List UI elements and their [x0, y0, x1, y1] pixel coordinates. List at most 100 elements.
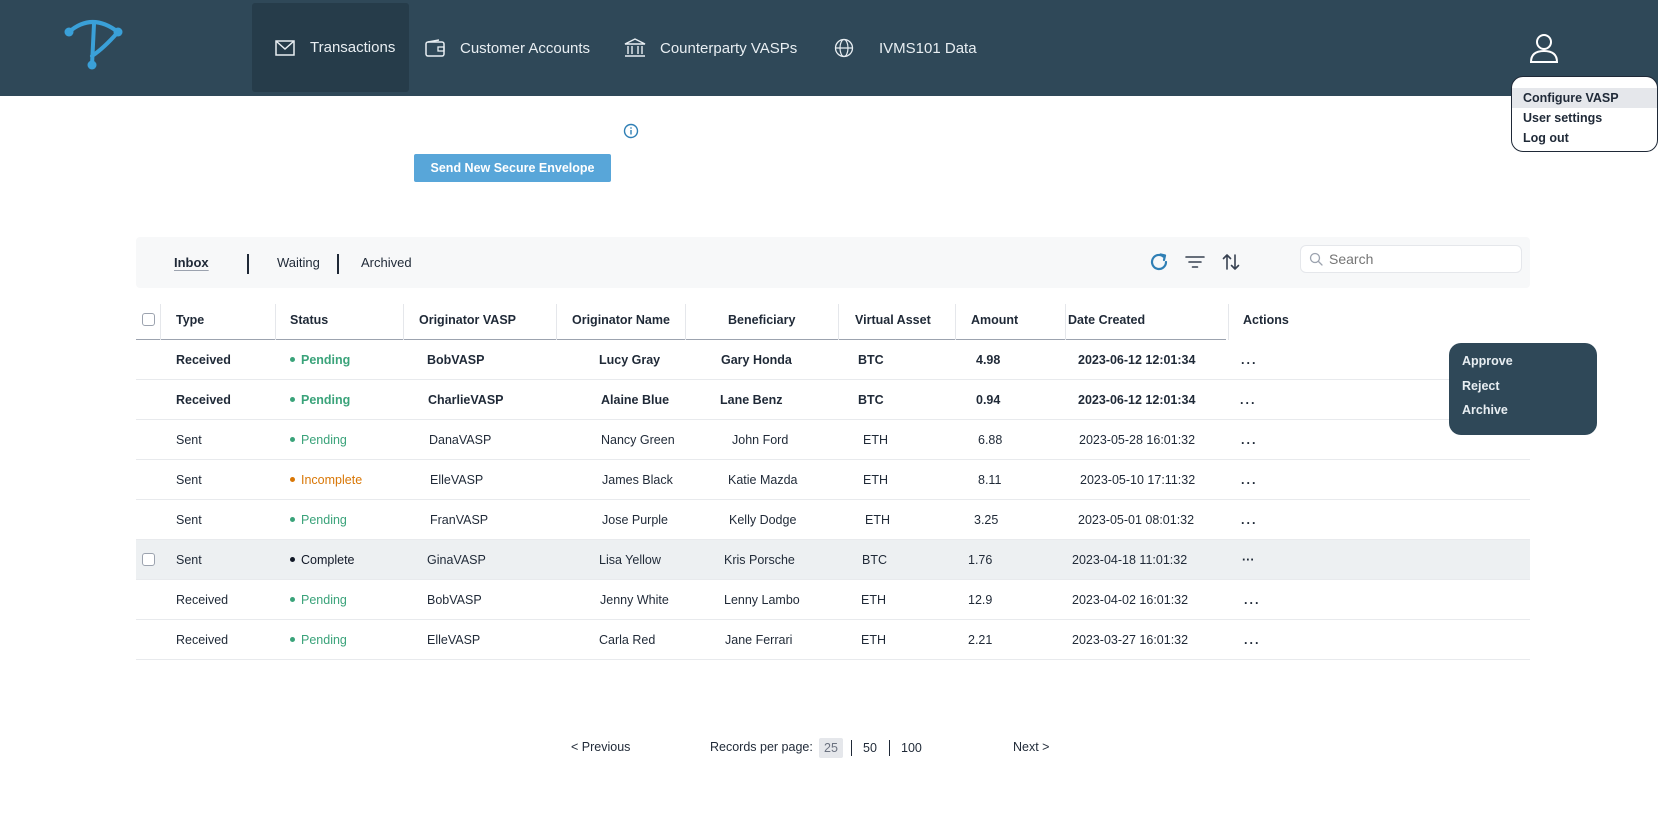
cell-amount: 4.98 [976, 353, 1001, 367]
cell-date-created: 2023-05-28 16:01:32 [1079, 433, 1196, 447]
table-row[interactable]: Sent Complete GinaVASP Lisa Yellow Kris … [136, 540, 1530, 580]
cell-date-created: 2023-06-12 12:01:34 [1078, 393, 1196, 407]
table-row[interactable]: Sent Incomplete ElleVASP James Black Kat… [136, 460, 1530, 500]
column-header-virtual-asset[interactable]: Virtual Asset [855, 304, 931, 336]
globe-icon [833, 37, 855, 59]
status-label: Pending [301, 433, 347, 447]
cell-date-created: 2023-05-10 17:11:32 [1080, 473, 1196, 487]
nav-label: Transactions [310, 39, 396, 56]
column-header-originator-name[interactable]: Originator Name [572, 304, 670, 336]
row-actions-button[interactable]: ... [1244, 580, 1260, 620]
table-row[interactable]: Sent Pending FranVASP Jose Purple Kelly … [136, 500, 1530, 540]
menu-item-reject[interactable]: Reject [1462, 379, 1500, 393]
cell-beneficiary: Lane Benz [720, 393, 783, 407]
logo-icon[interactable] [64, 18, 124, 72]
cell-virtual-asset: ETH [865, 513, 890, 527]
nav-label: Customer Accounts [460, 39, 591, 57]
cell-originator-vasp: BobVASP [427, 593, 482, 607]
cell-date-created: 2023-06-12 12:01:34 [1078, 353, 1196, 367]
cell-virtual-asset: ETH [863, 473, 888, 487]
nav-ivms101-data[interactable]: IVMS101 Data [833, 0, 977, 96]
menu-item-user-settings[interactable]: User settings [1512, 108, 1657, 128]
menu-item-approve[interactable]: Approve [1462, 354, 1513, 368]
page-size-divider [889, 740, 890, 756]
status-label: Pending [301, 593, 347, 607]
status-label: Pending [301, 633, 347, 647]
menu-item-archive[interactable]: Archive [1462, 403, 1508, 417]
table-row[interactable]: Received Pending ElleVASP Carla Red Jane… [136, 620, 1530, 660]
send-new-secure-envelope-button[interactable]: Send New Secure Envelope [414, 154, 611, 182]
cell-amount: 12.9 [968, 593, 993, 607]
previous-page-button[interactable]: < Previous [571, 740, 630, 754]
cell-virtual-asset: ETH [861, 633, 886, 647]
row-actions-button[interactable]: ... [1241, 340, 1257, 380]
status-dot [290, 437, 295, 443]
column-header-type[interactable]: Type [176, 304, 204, 336]
nav-transactions[interactable]: Transactions [252, 3, 409, 92]
table-row[interactable]: Received Pending BobVASP Jenny White Len… [136, 580, 1530, 620]
row-select-checkbox[interactable] [142, 553, 155, 566]
tab-inbox[interactable]: Inbox [174, 237, 209, 288]
user-icon[interactable] [1528, 32, 1560, 64]
filter-icon[interactable] [1184, 251, 1206, 273]
row-actions-button[interactable]: ... [1241, 420, 1257, 460]
cell-beneficiary: John Ford [732, 433, 789, 447]
transactions-toolbar: Inbox Waiting Archived [136, 237, 1530, 288]
table-row[interactable]: Received Pending CharlieVASP Alaine Blue… [136, 380, 1530, 420]
menu-item-configure-vasp[interactable]: Configure VASP [1512, 88, 1657, 108]
row-actions-button[interactable]: ... [1244, 620, 1260, 660]
column-header-date-created[interactable]: Date Created [1068, 304, 1145, 336]
envelope-icon [274, 37, 296, 59]
info-icon[interactable] [623, 123, 639, 139]
status-dot [290, 557, 295, 563]
table-row[interactable]: Received Pending BobVASP Lucy Gray Gary … [136, 340, 1530, 380]
column-header-originator-vasp[interactable]: Originator VASP [419, 304, 516, 336]
nav-counterparty-vasps[interactable]: Counterparty VASPs [624, 0, 797, 96]
cell-originator-vasp: BobVASP [427, 353, 485, 367]
search-input[interactable] [1329, 251, 1509, 267]
next-page-button[interactable]: Next > [1013, 740, 1049, 754]
cell-type: Received [176, 633, 229, 647]
cell-status: Pending [290, 340, 350, 380]
row-actions-button[interactable]: ... [1240, 380, 1256, 420]
cell-amount: 8.11 [978, 473, 1002, 487]
column-divider [275, 304, 276, 340]
status-dot [290, 357, 295, 363]
cell-status: Pending [290, 620, 347, 660]
tab-archived[interactable]: Archived [361, 237, 412, 288]
tab-divider [337, 254, 339, 274]
cell-status: Complete [290, 540, 355, 580]
cell-amount: 0.94 [976, 393, 1001, 407]
row-actions-button[interactable]: ... [1241, 460, 1257, 500]
status-label: Pending [301, 513, 347, 527]
sort-icon[interactable] [1220, 251, 1242, 273]
cell-originator-name: Nancy Green [601, 433, 675, 447]
cell-beneficiary: Gary Honda [721, 353, 792, 367]
column-divider [556, 304, 557, 340]
select-all-checkbox[interactable] [142, 313, 155, 326]
column-header-amount[interactable]: Amount [971, 304, 1018, 336]
column-header-status[interactable]: Status [290, 304, 328, 336]
cell-originator-name: Lisa Yellow [599, 553, 661, 567]
page-size-100[interactable]: 100 [896, 738, 927, 758]
tab-waiting[interactable]: Waiting [277, 237, 320, 288]
cell-amount: 3.25 [974, 513, 999, 527]
table-row[interactable]: Sent Pending DanaVASP Nancy Green John F… [136, 420, 1530, 460]
menu-item-log-out[interactable]: Log out [1512, 128, 1657, 148]
nav-customer-accounts[interactable]: Customer Accounts [424, 0, 590, 96]
page-size-50[interactable]: 50 [858, 738, 882, 758]
column-header-beneficiary[interactable]: Beneficiary [728, 304, 795, 336]
refresh-icon[interactable] [1148, 251, 1170, 273]
cell-type: Received [176, 353, 231, 367]
page-size-divider [851, 740, 852, 756]
search-box [1300, 245, 1522, 273]
column-divider [838, 304, 839, 340]
cell-originator-vasp: CharlieVASP [428, 393, 504, 407]
column-header-actions: Actions [1243, 313, 1289, 327]
page-size-25[interactable]: 25 [819, 738, 843, 758]
row-actions-button[interactable]: ··· [1242, 540, 1255, 580]
bank-icon [624, 37, 646, 59]
cell-originator-vasp: DanaVASP [429, 433, 492, 447]
row-actions-button[interactable]: ... [1241, 500, 1257, 540]
cell-beneficiary: Katie Mazda [728, 473, 798, 487]
